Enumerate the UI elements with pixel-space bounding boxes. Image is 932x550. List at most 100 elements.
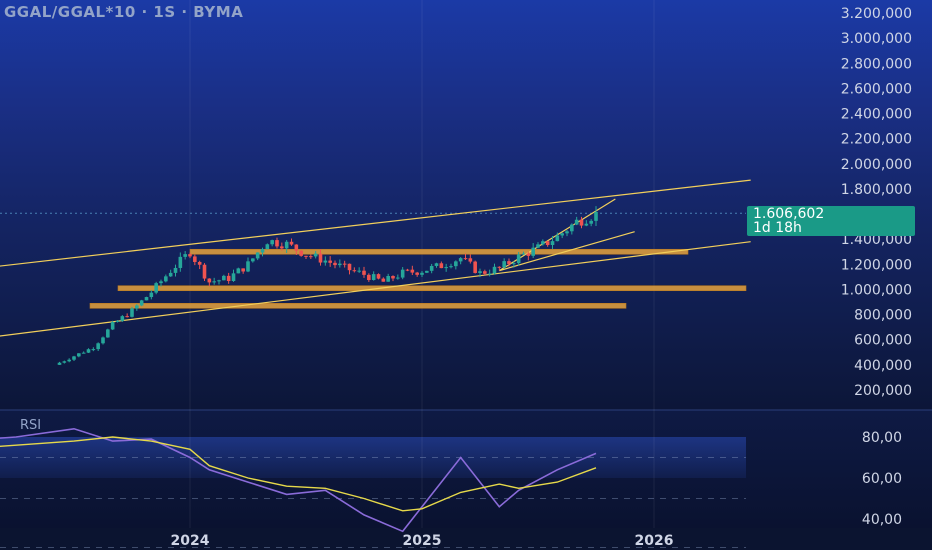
candle-body [139, 300, 144, 306]
time-axis-label: 2026 [635, 533, 674, 549]
candle-body [555, 235, 560, 242]
candle-body [434, 263, 439, 266]
price-axis-label: 2.400,000 [841, 107, 912, 123]
price-axis-label: 200,000 [854, 383, 912, 399]
candle-body [386, 275, 390, 282]
price-axis-label: 600,000 [854, 333, 912, 349]
candle-body [463, 258, 468, 260]
candle-body [420, 272, 424, 275]
candle-body [584, 223, 589, 226]
candle-body [130, 308, 134, 317]
candle-body [574, 219, 579, 225]
last-price-tag: 1.606,602 1d 18h [747, 206, 915, 236]
candle-body [289, 241, 294, 245]
candle-body [570, 224, 574, 232]
candle-body [512, 263, 516, 265]
symbol-title: GGAL/GGAL*10 · 1S · BYMA [4, 3, 244, 21]
candle[interactable] [154, 281, 158, 295]
candle[interactable] [473, 260, 477, 274]
candle[interactable] [299, 250, 303, 257]
candle-body [294, 244, 299, 251]
candle[interactable] [139, 299, 144, 307]
candle-body [284, 241, 289, 249]
candle[interactable] [425, 270, 429, 274]
candle-body [560, 233, 564, 236]
candle-body [299, 250, 303, 256]
support-zone[interactable] [189, 248, 689, 255]
candle-body [193, 256, 197, 262]
candle-body [125, 316, 129, 318]
candle-body [212, 281, 216, 283]
candle-body [144, 297, 149, 301]
chart-canvas[interactable]: 3.200,000 3.000,000 2.800,000 2.600,000 2.40… [0, 0, 932, 550]
candle-body [149, 292, 154, 298]
candle-body [309, 256, 313, 258]
candle-body [96, 343, 100, 350]
candle-body [81, 352, 86, 354]
price-axis-label: 3.200,000 [841, 6, 912, 22]
time-axis-label: 2025 [403, 533, 442, 549]
candle-body [222, 275, 226, 281]
candle-body [91, 349, 96, 351]
candle-body [516, 254, 521, 264]
chart-stage: 3.200,000 3.000,000 2.800,000 2.600,000 2.40… [0, 0, 932, 550]
candle[interactable] [202, 263, 207, 281]
candle-body [478, 271, 482, 273]
candle-body [178, 256, 183, 268]
candle-body [231, 273, 236, 281]
price-axis-label: 400,000 [854, 358, 912, 374]
candle-body [304, 255, 308, 257]
support-zone[interactable] [117, 285, 747, 292]
candle-body [236, 268, 241, 274]
candle[interactable] [101, 336, 105, 345]
candle-body [265, 244, 270, 250]
candle-body [197, 261, 202, 265]
candle-body [280, 246, 284, 249]
candle-body [318, 253, 323, 263]
candle-body [86, 349, 91, 353]
candle[interactable] [144, 296, 149, 301]
candle-body [260, 249, 265, 253]
candle-body [371, 274, 376, 281]
candle-body [391, 275, 395, 279]
candle-body [77, 353, 81, 357]
time-axis-label: 2024 [171, 533, 210, 549]
candle[interactable] [110, 320, 115, 331]
candle-body [168, 272, 173, 277]
candle-body [57, 362, 62, 365]
price-axis-label: 1.000,000 [841, 282, 912, 298]
rsi-pane-label: RSI [20, 418, 42, 433]
candle-body [550, 241, 555, 245]
candle-body [492, 266, 497, 274]
main-pane-background [0, 0, 932, 410]
candle-body [381, 278, 386, 282]
candle-body [507, 261, 511, 264]
support-zone[interactable] [89, 303, 627, 309]
candle-body [159, 281, 163, 284]
candle-body [275, 240, 279, 247]
candle-body [545, 241, 550, 245]
candle-body [449, 266, 453, 268]
candle-body [270, 240, 274, 245]
candle[interactable] [106, 328, 110, 338]
price-axis-label: 2.200,000 [841, 132, 912, 148]
candle-body [62, 361, 67, 363]
candle[interactable] [236, 267, 241, 274]
candle-body [502, 261, 506, 268]
candle[interactable] [376, 273, 381, 280]
candle-body [541, 241, 545, 245]
candle-body [458, 258, 463, 262]
candle-body [454, 261, 458, 267]
candle-body [400, 269, 405, 278]
price-axis-label: 2.800,000 [841, 56, 912, 72]
candle[interactable] [265, 243, 270, 250]
candle-body [207, 278, 212, 283]
candle-body [333, 262, 337, 266]
candle[interactable] [130, 306, 134, 318]
candle-body [188, 254, 192, 257]
candle-body [439, 263, 444, 269]
candle-body [352, 270, 357, 272]
candle-body [255, 252, 260, 259]
time-axis-background [0, 528, 932, 550]
candle-body [376, 274, 381, 279]
